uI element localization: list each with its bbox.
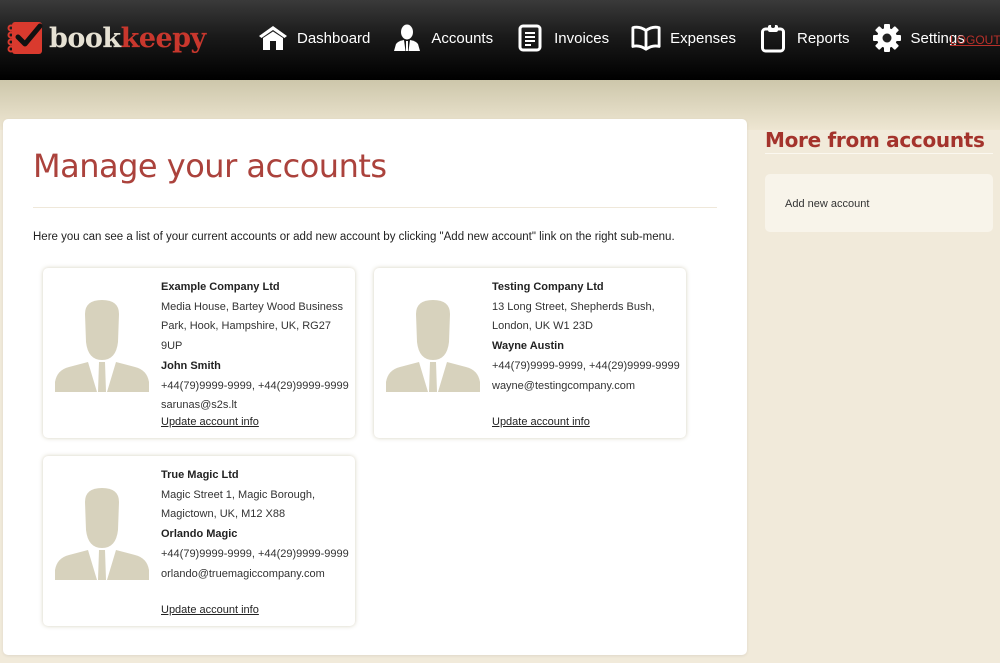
brand-logo[interactable]: bookkeepy xyxy=(6,20,206,56)
update-account-link[interactable]: Update account info xyxy=(492,416,590,428)
nav-label: Reports xyxy=(797,29,850,47)
nav-item-expenses[interactable]: Expenses xyxy=(631,23,736,53)
nav-item-dashboard[interactable]: Dashboard xyxy=(258,23,370,53)
nav-label: Invoices xyxy=(554,29,610,47)
sidebar-divider xyxy=(765,153,993,154)
person-placeholder-icon xyxy=(55,488,149,580)
account-info: Example Company Ltd Media House, Bartey … xyxy=(161,278,355,416)
main-content-panel: Manage your accounts Here you can see a … xyxy=(3,119,747,655)
person-placeholder-icon xyxy=(386,300,480,392)
update-account-link[interactable]: Update account info xyxy=(161,604,259,616)
address-line: Magic Street 1, Magic Borough, xyxy=(161,488,316,501)
account-card: True Magic Ltd Magic Street 1, Magic Bor… xyxy=(43,456,355,626)
clipboard-icon xyxy=(758,23,788,53)
email: sarunas@s2s.lt xyxy=(161,399,237,412)
email: wayne@testingcompany.com xyxy=(492,379,636,392)
account-info: True Magic Ltd Magic Street 1, Magic Bor… xyxy=(161,466,349,584)
update-account-link[interactable]: Update account info xyxy=(161,416,259,428)
phone-numbers: +44(79)9999-9999, +44(29)9999-9999 xyxy=(161,547,349,560)
document-icon xyxy=(515,23,545,53)
account-card: Testing Company Ltd 13 Long Street, Shep… xyxy=(374,268,686,438)
contact-name: John Smith xyxy=(161,359,221,372)
company-name: Testing Company Ltd xyxy=(492,281,604,293)
phone-numbers: +44(79)9999-9999, +44(29)9999-9999 xyxy=(492,359,680,372)
gear-icon xyxy=(872,23,902,53)
person-placeholder-icon xyxy=(55,300,149,392)
email: orlando@truemagiccompany.com xyxy=(161,567,325,580)
notebook-check-icon xyxy=(6,20,46,56)
phone-numbers: +44(79)9999-9999, +44(29)9999-9999 xyxy=(161,379,349,392)
address-line: 13 Long Street, Shepherds Bush, xyxy=(492,300,655,313)
logout-link[interactable]: LOGOUT xyxy=(950,33,1000,47)
nav-item-reports[interactable]: Reports xyxy=(758,23,850,53)
account-card: Example Company Ltd Media House, Bartey … xyxy=(43,268,355,438)
home-icon xyxy=(258,23,288,53)
account-info: Testing Company Ltd 13 Long Street, Shep… xyxy=(492,278,680,396)
book-icon xyxy=(631,23,661,53)
nav-item-accounts[interactable]: Accounts xyxy=(392,23,493,53)
nav-item-invoices[interactable]: Invoices xyxy=(515,23,609,53)
top-navigation-bar: bookkeepy Dashboard Accounts Invoices Ex… xyxy=(0,0,1000,80)
nav-label: Accounts xyxy=(431,29,494,47)
title-divider xyxy=(33,207,717,208)
address-line: Magictown, UK, M12 X88 xyxy=(161,508,286,521)
address-line: London, UK W1 23D xyxy=(492,320,593,333)
company-name: True Magic Ltd xyxy=(161,469,239,481)
sidebar-title: More from accounts xyxy=(765,128,985,152)
contact-name: Orlando Magic xyxy=(161,528,238,541)
nav-label: Dashboard xyxy=(297,29,371,47)
user-icon xyxy=(392,23,422,53)
company-name: Example Company Ltd xyxy=(161,281,280,293)
contact-name: Wayne Austin xyxy=(492,340,564,353)
main-nav: Dashboard Accounts Invoices Expenses Rep… xyxy=(258,18,987,58)
intro-text: Here you can see a list of your current … xyxy=(33,231,675,243)
sidebar-submenu: Add new account xyxy=(765,174,993,232)
page-title: Manage your accounts xyxy=(33,147,387,185)
address-line: Media House, Bartey Wood Business xyxy=(161,300,343,313)
address-line: Park, Hook, Hampshire, UK, RG27 9UP xyxy=(161,320,331,353)
nav-label: Expenses xyxy=(670,29,736,47)
brand-name: bookkeepy xyxy=(49,22,206,54)
add-new-account-link[interactable]: Add new account xyxy=(785,198,869,210)
